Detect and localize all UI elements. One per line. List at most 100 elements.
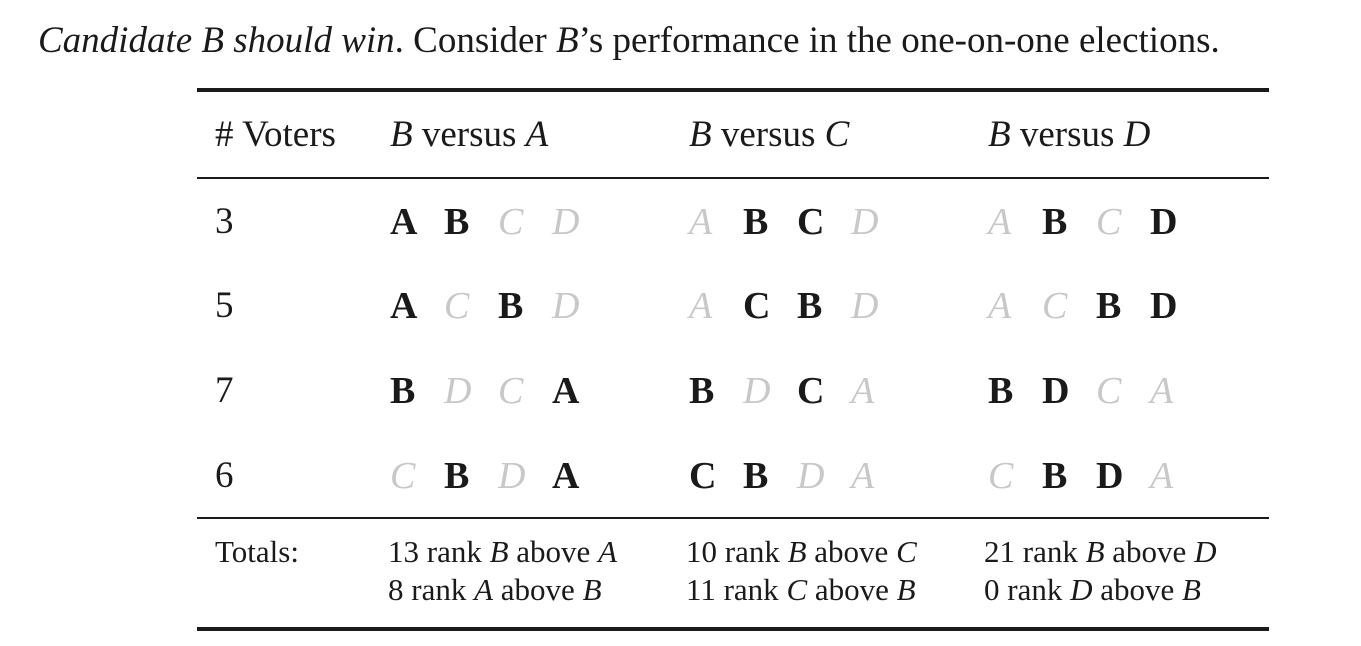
totals-label: Totals: xyxy=(215,534,299,569)
candidate-highlighted: A xyxy=(390,201,418,243)
candidate-faded: D xyxy=(743,370,771,412)
candidate-highlighted: C xyxy=(797,201,825,243)
candidate-highlighted: D xyxy=(1150,201,1178,243)
candidate-faded: A xyxy=(1150,370,1174,412)
candidate-highlighted: C xyxy=(689,455,717,497)
totals-second: B xyxy=(582,572,602,607)
ranking-cell: BDCA xyxy=(390,366,592,416)
candidate-highlighted: A xyxy=(552,455,580,497)
header-right-candidate: D xyxy=(1123,114,1151,155)
candidate-faded: A xyxy=(988,285,1012,327)
intro-suffix: ’s performance in the one-on-one electio… xyxy=(578,20,1220,61)
intro-letter: B xyxy=(556,20,579,61)
table-top-rule xyxy=(197,88,1269,92)
candidate-highlighted: B xyxy=(390,370,416,412)
candidate-highlighted: B xyxy=(797,285,823,327)
candidate-faded: A xyxy=(689,285,713,327)
candidate-highlighted: B xyxy=(444,201,470,243)
candidate-faded: C xyxy=(444,285,470,327)
candidate-highlighted: B xyxy=(1042,201,1068,243)
ranking-cell: ACBD xyxy=(390,281,592,331)
candidate-faded: C xyxy=(1096,370,1122,412)
header-right-candidate: A xyxy=(525,114,549,155)
candidate-faded: A xyxy=(1150,455,1174,497)
totals-first: B xyxy=(787,534,807,569)
candidate-highlighted: B xyxy=(743,455,769,497)
totals-line: 11 rank C above B xyxy=(686,571,916,609)
candidate-faded: D xyxy=(552,201,580,243)
totals-second: A xyxy=(598,534,617,569)
candidate-highlighted: B xyxy=(498,285,524,327)
candidate-highlighted: C xyxy=(797,370,825,412)
candidate-faded: A xyxy=(988,201,1012,243)
intro-sentence: Candidate B should win. Consider B’s per… xyxy=(38,14,1220,68)
candidate-highlighted: D xyxy=(1042,370,1070,412)
voter-count: 6 xyxy=(215,455,234,496)
totals-line: 8 rank A above B xyxy=(388,571,602,609)
ranking-cell: ABCD xyxy=(988,197,1190,247)
totals-first: B xyxy=(489,534,509,569)
totals-mid: above xyxy=(508,534,599,569)
ranking-cell: ACBD xyxy=(988,281,1190,331)
header-left-candidate: B xyxy=(689,114,712,155)
totals-mid: above xyxy=(807,572,897,607)
header-versus: versus xyxy=(412,114,526,155)
totals-second: D xyxy=(1194,534,1217,569)
candidate-faded: D xyxy=(444,370,472,412)
totals-count: 10 rank xyxy=(686,534,788,569)
table-totals-rule xyxy=(197,517,1269,519)
candidate-highlighted: B xyxy=(689,370,715,412)
ranking-cell: CBDA xyxy=(390,451,592,501)
candidate-faded: A xyxy=(851,370,875,412)
header-left-candidate: B xyxy=(988,114,1011,155)
intro-italic: Candidate B should win xyxy=(38,20,395,61)
ranking-cell: ABCD xyxy=(689,197,891,247)
totals-second: B xyxy=(896,572,916,607)
totals-line: 0 rank D above B xyxy=(984,571,1201,609)
candidate-faded: C xyxy=(498,370,524,412)
totals-first: D xyxy=(1070,572,1093,607)
totals-count: 13 rank xyxy=(388,534,490,569)
candidate-highlighted: C xyxy=(743,285,771,327)
ranking-cell: CBDA xyxy=(689,451,891,501)
candidate-faded: C xyxy=(390,455,416,497)
header-left-candidate: B xyxy=(390,114,413,155)
candidate-faded: C xyxy=(1042,285,1068,327)
candidate-highlighted: D xyxy=(1150,285,1178,327)
totals-count: 8 rank xyxy=(388,572,475,607)
candidate-faded: D xyxy=(851,201,879,243)
candidate-faded: D xyxy=(552,285,580,327)
candidate-highlighted: B xyxy=(988,370,1014,412)
totals-line: 21 rank B above D xyxy=(984,533,1216,571)
header-b-versus-d: B versus D xyxy=(988,110,1150,160)
candidate-highlighted: A xyxy=(390,285,418,327)
totals-count: 0 rank xyxy=(984,572,1071,607)
candidate-highlighted: B xyxy=(743,201,769,243)
candidate-faded: A xyxy=(851,455,875,497)
header-b-versus-a: B versus A xyxy=(390,110,548,160)
ranking-cell: ABCD xyxy=(390,197,592,247)
totals-first: A xyxy=(474,572,494,607)
intro-prefix: . Consider xyxy=(394,20,557,61)
candidate-faded: D xyxy=(498,455,526,497)
totals-first: B xyxy=(1085,534,1105,569)
candidate-faded: D xyxy=(851,285,879,327)
candidate-highlighted: B xyxy=(1096,285,1122,327)
candidate-faded: D xyxy=(797,455,825,497)
ranking-cell: ACBD xyxy=(689,281,891,331)
voter-count: 3 xyxy=(215,201,234,242)
table-bottom-rule xyxy=(197,627,1269,631)
header-right-candidate: C xyxy=(824,114,850,155)
header-versus: versus xyxy=(1010,114,1124,155)
totals-second: B xyxy=(1182,572,1201,607)
voter-count: 5 xyxy=(215,285,234,326)
candidate-faded: A xyxy=(689,201,713,243)
totals-line: 10 rank B above C xyxy=(686,533,917,571)
header-versus: versus xyxy=(711,114,825,155)
totals-second: C xyxy=(896,534,917,569)
header-voters: # Voters xyxy=(215,114,336,155)
voter-count: 7 xyxy=(215,370,234,411)
totals-mid: above xyxy=(1092,572,1183,607)
candidate-faded: C xyxy=(988,455,1014,497)
candidate-highlighted: D xyxy=(1096,455,1124,497)
